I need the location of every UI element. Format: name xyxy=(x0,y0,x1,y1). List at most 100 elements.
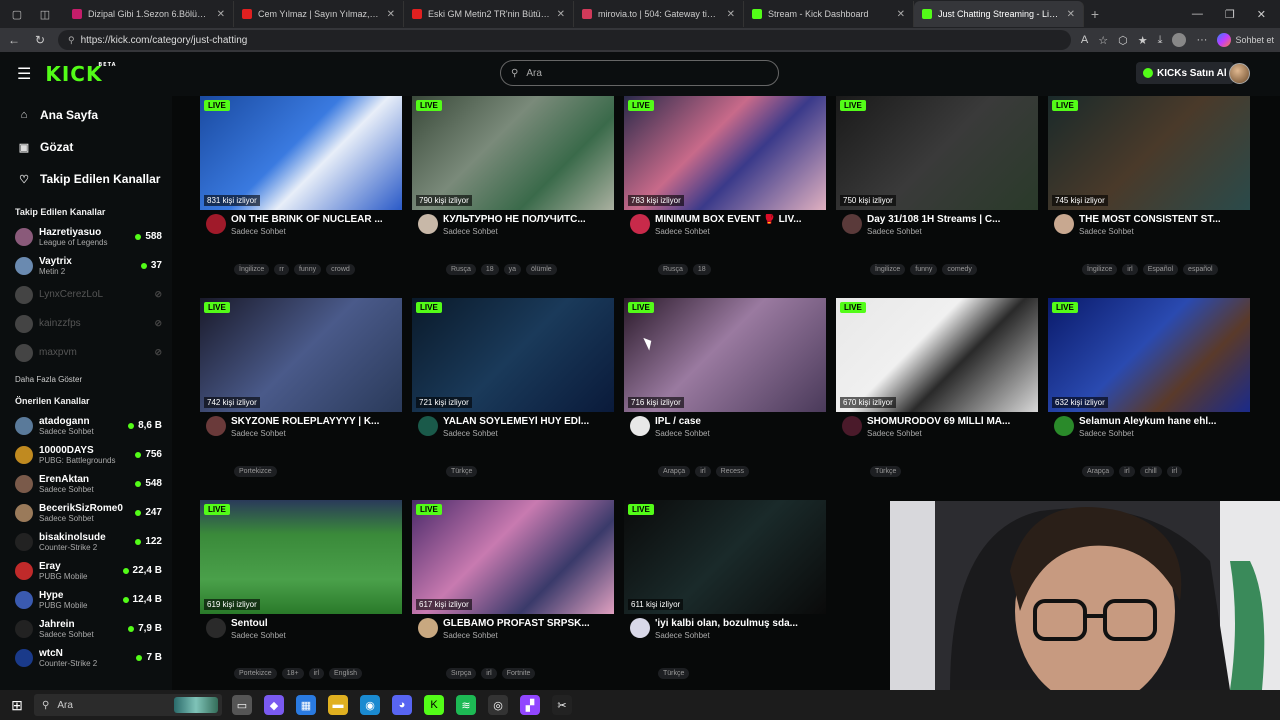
streamer-avatar[interactable] xyxy=(842,416,862,436)
stream-card[interactable]: LIVE 632 kişi izliyor Selamun Aleykum hane… xyxy=(1048,298,1250,494)
task-view-icon[interactable]: ▭ xyxy=(232,695,252,715)
stream-tag[interactable]: 18+ xyxy=(281,668,304,679)
stream-thumbnail[interactable]: LIVE 632 kişi izliyor xyxy=(1048,298,1250,412)
browser-tab[interactable]: Dizipal Gibi 1.Sezon 6.Bölüm izle ✕ xyxy=(64,1,234,27)
streamer-avatar[interactable] xyxy=(1054,214,1074,234)
stream-tag[interactable]: irl xyxy=(1166,466,1183,477)
stream-title[interactable]: Selamun Aleykum hane ehl... xyxy=(1079,416,1250,427)
hamburger-menu-icon[interactable]: ☰ xyxy=(17,64,31,84)
files-icon[interactable]: ▬ xyxy=(328,695,348,715)
stream-tag[interactable]: crowd xyxy=(326,264,355,275)
browser-tab[interactable]: Just Chatting Streaming - Live Stre ✕ xyxy=(914,1,1084,27)
stream-title[interactable]: 'iyi kalbi olan, bozulmuş sda... xyxy=(655,618,826,629)
profile-menu-icon[interactable]: ▢ xyxy=(6,3,28,25)
streamer-avatar[interactable] xyxy=(418,416,438,436)
stream-title[interactable]: Day 31/108 1H Streams | C... xyxy=(867,214,1038,225)
stream-tag[interactable]: Rusça xyxy=(658,264,688,275)
stream-card[interactable]: LIVE 716 kişi izliyor IPL / case Sadece Soh… xyxy=(624,298,826,494)
sidebar-channel[interactable]: maxpvm ⊘ xyxy=(0,338,172,367)
stream-category[interactable]: Sadece Sohbet xyxy=(867,227,1038,236)
more-options-icon[interactable]: ··· xyxy=(1196,34,1207,46)
stream-title[interactable]: THE MOST CONSISTENT ST... xyxy=(1079,214,1250,225)
streamer-avatar[interactable] xyxy=(206,416,226,436)
sidebar-nav-home[interactable]: ⌂ Ana Sayfa xyxy=(0,99,172,131)
copilot-chat-button[interactable]: Sohbet et xyxy=(1217,33,1274,47)
sidebar-channel[interactable]: Vaytrix Metin 2 37 xyxy=(0,251,172,280)
user-avatar[interactable] xyxy=(1229,63,1250,84)
stream-tag[interactable]: rr xyxy=(274,264,289,275)
stream-tag[interactable]: Español xyxy=(1142,264,1179,275)
stream-tag[interactable]: Türkçe xyxy=(658,668,690,679)
stream-category[interactable]: Sadece Sohbet xyxy=(1079,227,1250,236)
stream-tag[interactable]: İngilizce xyxy=(1082,264,1118,275)
stream-tag[interactable]: irl xyxy=(1122,264,1138,275)
stream-category[interactable]: Sadece Sohbet xyxy=(443,227,614,236)
edge-icon[interactable]: ◉ xyxy=(360,695,380,715)
stream-thumbnail[interactable]: LIVE 670 kişi izliyor xyxy=(836,298,1038,412)
tab-actions-icon[interactable]: ◫ xyxy=(34,3,56,25)
streamer-avatar[interactable] xyxy=(418,214,438,234)
stream-title[interactable]: GLEBAMO PROFAST SRPSK... xyxy=(443,618,614,629)
downloads-icon[interactable]: ⤓ xyxy=(1158,34,1163,47)
buy-kicks-button[interactable]: KICKs Satın Al xyxy=(1136,62,1234,84)
stream-card[interactable]: LIVE 745 kişi izliyor THE MOST CONSISTENT … xyxy=(1048,96,1250,292)
sidebar-channel[interactable]: Hype PUBG Mobile 12,4 B xyxy=(0,585,172,614)
stream-category[interactable]: Sadece Sohbet xyxy=(655,227,826,236)
browser-tab[interactable]: mirovia.to | 504: Gateway time-out ✕ xyxy=(574,1,744,27)
stream-title[interactable]: SHOMURODOV 69 MİLLİ MA... xyxy=(867,416,1038,427)
stream-tag[interactable]: español xyxy=(1183,264,1218,275)
sidebar-channel[interactable]: Eray PUBG Mobile 22,4 B xyxy=(0,556,172,585)
obs-icon[interactable]: ◎ xyxy=(488,695,508,715)
stream-tag[interactable]: Türkçe xyxy=(446,466,478,477)
streamer-avatar[interactable] xyxy=(1054,416,1074,436)
streamer-avatar[interactable] xyxy=(630,416,650,436)
stream-card[interactable]: LIVE 611 kişi izliyor 'iyi kalbi olan, boz… xyxy=(624,500,826,690)
browser-tab[interactable]: Stream - Kick Dashboard ✕ xyxy=(744,1,914,27)
streamer-avatar[interactable] xyxy=(630,214,650,234)
stream-card[interactable]: LIVE 790 kişi izliyor КУЛЬТУРНО НЕ ПОЛУЧИТ… xyxy=(412,96,614,292)
tab-close-icon[interactable]: ✕ xyxy=(1067,9,1075,20)
stream-category[interactable]: Sadece Sohbet xyxy=(231,429,402,438)
tab-close-icon[interactable]: ✕ xyxy=(727,9,735,20)
stream-thumbnail[interactable]: LIVE 790 kişi izliyor xyxy=(412,96,614,210)
stream-title[interactable]: Sentoul xyxy=(231,618,402,629)
extensions-icon[interactable]: ⬡ xyxy=(1118,34,1128,47)
stream-tag[interactable]: irl xyxy=(1119,466,1135,477)
favorite-star-icon[interactable]: ☆ xyxy=(1098,34,1108,47)
stream-thumbnail[interactable]: LIVE 611 kişi izliyor xyxy=(624,500,826,614)
stream-tag[interactable]: irl xyxy=(481,668,497,679)
stream-thumbnail[interactable]: LIVE 783 kişi izliyor xyxy=(624,96,826,210)
stream-tag[interactable]: irl xyxy=(308,668,325,679)
sidebar-channel[interactable]: LynxCerezLoL ⊘ xyxy=(0,280,172,309)
site-info-icon[interactable]: ⚲ xyxy=(68,35,75,46)
sidebar-channel[interactable]: Jahrein Sadece Sohbet 7,9 B xyxy=(0,614,172,643)
stream-thumbnail[interactable]: LIVE 742 kişi izliyor xyxy=(200,298,402,412)
copilot-icon[interactable]: ◆ xyxy=(264,695,284,715)
back-icon[interactable]: ← xyxy=(6,33,22,47)
browser-tab[interactable]: Eski GM Metin2 TR'nin Bütün Sırla ✕ xyxy=(404,1,574,27)
stream-tag[interactable]: irl xyxy=(695,466,711,477)
stream-tag[interactable]: Portekizce xyxy=(234,466,277,477)
stream-thumbnail[interactable]: LIVE 750 kişi izliyor xyxy=(836,96,1038,210)
tab-close-icon[interactable]: ✕ xyxy=(557,9,565,20)
stream-tag[interactable]: Fortnite xyxy=(501,668,536,679)
stream-title[interactable]: ON THE BRINK OF NUCLEAR ... xyxy=(231,214,402,225)
tab-close-icon[interactable]: ✕ xyxy=(387,9,395,20)
spotify-icon[interactable]: ≋ xyxy=(456,695,476,715)
minimize-icon[interactable]: — xyxy=(1192,8,1203,21)
stream-thumbnail[interactable]: LIVE 716 kişi izliyor xyxy=(624,298,826,412)
stream-card[interactable]: LIVE 750 kişi izliyor Day 31/108 1H Stream… xyxy=(836,96,1038,292)
twitch-icon[interactable]: ▞ xyxy=(520,695,540,715)
stream-category[interactable]: Sadece Sohbet xyxy=(655,429,826,438)
stream-tag[interactable]: İngilizce xyxy=(870,264,906,275)
stream-tag[interactable]: ölümle xyxy=(526,264,557,275)
stream-tag[interactable]: funny xyxy=(293,264,322,275)
stream-title[interactable]: MINIMUM BOX EVENT 🥊 LIV... xyxy=(655,214,826,225)
stream-title[interactable]: SKYZONE ROLEPLAYYYY | K... xyxy=(231,416,402,427)
close-window-icon[interactable]: ✕ xyxy=(1257,8,1266,21)
stream-category[interactable]: Sadece Sohbet xyxy=(655,631,826,640)
stream-tag[interactable]: ya xyxy=(503,264,522,275)
kick-logo[interactable]: KICK BETA xyxy=(45,62,115,86)
kick-icon[interactable]: K xyxy=(424,695,444,715)
stream-card[interactable]: LIVE 619 kişi izliyor Sentoul Sadece Sohbet… xyxy=(200,500,402,690)
